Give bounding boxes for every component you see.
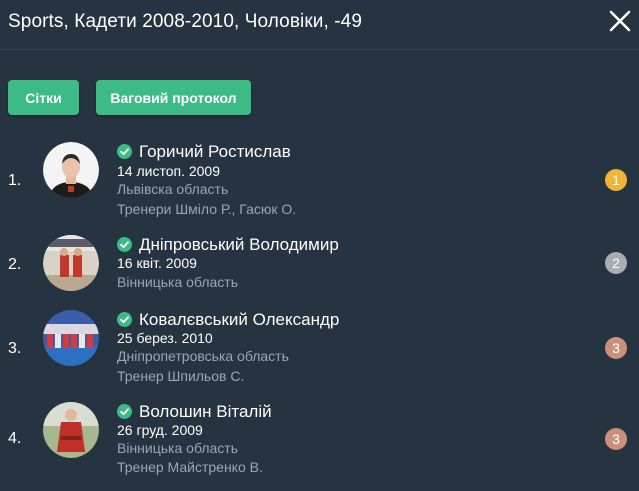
athlete-name[interactable]: Дніпровський Володимир: [139, 235, 339, 255]
dialog-title: Sports, Кадети 2008-2010, Чоловіки, -49: [8, 11, 362, 32]
check-circle-icon: [117, 144, 132, 159]
place-badge: 1: [605, 169, 627, 191]
rank-number: 3.: [8, 340, 22, 357]
avatar: [43, 402, 99, 458]
athlete-row[interactable]: 4. Волошин Віталій 26 груд. 2009 Вінниць…: [0, 401, 639, 491]
athlete-coaches: Тренери Шміло Р., Гасюк О.: [117, 201, 297, 217]
avatar: [43, 235, 99, 291]
dialog-header: Sports, Кадети 2008-2010, Чоловіки, -49: [0, 0, 639, 50]
athlete-dob: 25 берез. 2010: [117, 330, 213, 346]
place-badge: 3: [605, 428, 627, 450]
athlete-row[interactable]: 3. Ковалєвський Олександр 25 берез. 2010…: [0, 309, 639, 399]
place-badge: 3: [605, 337, 627, 359]
check-circle-icon: [117, 237, 132, 252]
athlete-name[interactable]: Горичий Ростислав: [139, 142, 291, 162]
rank-number: 1.: [8, 172, 22, 189]
athlete-dob: 26 груд. 2009: [117, 422, 203, 438]
athlete-region: Дніпропетровська область: [117, 348, 289, 364]
grids-button[interactable]: Сітки: [8, 80, 79, 115]
athlete-region: Львівска область: [117, 181, 229, 197]
avatar: [43, 142, 99, 198]
rank-number: 2.: [8, 256, 22, 273]
check-circle-icon: [117, 312, 132, 327]
athlete-name[interactable]: Волошин Віталій: [139, 402, 272, 422]
athlete-region: Вінницька область: [117, 440, 238, 456]
athlete-row[interactable]: 1. Горичий Ростислав 14 листоп. 2009 Льв…: [0, 140, 639, 230]
athlete-dob: 14 листоп. 2009: [117, 163, 220, 179]
place-badge: 2: [605, 252, 627, 274]
athlete-dob: 16 квіт. 2009: [117, 255, 197, 271]
athlete-coaches: Тренер Майстренко В.: [117, 459, 263, 475]
weigh-protocol-button[interactable]: Ваговий протокол: [96, 80, 251, 115]
close-icon[interactable]: [607, 8, 633, 34]
athlete-name[interactable]: Ковалєвський Олександр: [139, 310, 339, 330]
athlete-coaches: Тренер Шпильов С.: [117, 368, 245, 384]
athlete-region: Вінницька область: [117, 274, 238, 290]
avatar: [43, 310, 99, 366]
rank-number: 4.: [8, 430, 22, 447]
check-circle-icon: [117, 404, 132, 419]
